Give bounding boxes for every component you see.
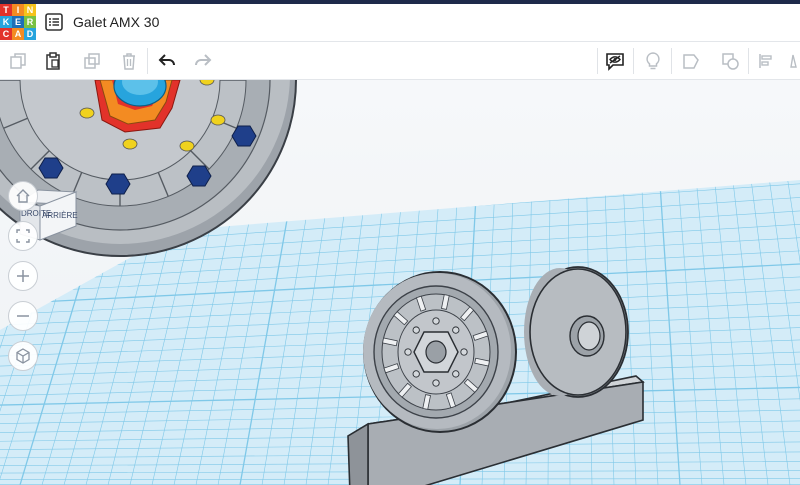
mirror-button[interactable] [786, 50, 800, 72]
wheel-bolt [432, 317, 440, 325]
toolbar-separator [671, 48, 672, 74]
paste-icon [46, 52, 60, 70]
logo-letter: R [24, 16, 36, 28]
tinkercad-logo[interactable]: TINKERCAD [0, 4, 36, 40]
wheel-bolt [404, 348, 412, 356]
align-icon [759, 54, 772, 68]
logo-letter: C [0, 28, 12, 40]
redo-icon [195, 54, 212, 66]
home-view-button[interactable] [8, 181, 38, 211]
home-icon [16, 189, 30, 203]
fit-view-button[interactable] [8, 221, 38, 251]
logo-letter: A [12, 28, 24, 40]
fit-view-icon [16, 229, 30, 243]
group-icon [722, 53, 739, 70]
toolbar-separator [633, 48, 634, 74]
copy-icon [10, 53, 26, 69]
plain-wheel[interactable] [524, 266, 629, 398]
logo-letter: K [0, 16, 12, 28]
toolbar [0, 42, 800, 80]
logo-letter: E [12, 16, 24, 28]
logo-letter: D [24, 28, 36, 40]
undo-icon [158, 54, 175, 66]
paste-button[interactable] [42, 50, 64, 72]
logo-letter: T [0, 4, 12, 16]
plus-icon [17, 270, 29, 282]
wheel-bolt [452, 370, 460, 378]
view-cube-front-label: ARRIÈRE [42, 211, 78, 220]
perspective-button[interactable] [8, 341, 38, 371]
logo-letter: N [24, 4, 36, 16]
zoom-out-button[interactable] [8, 301, 38, 331]
undo-button[interactable] [156, 50, 178, 72]
lightbulb-icon [646, 52, 660, 70]
shape-icon [683, 54, 699, 69]
design-menu-icon[interactable] [44, 12, 64, 32]
delete-button[interactable] [118, 50, 140, 72]
workplane-button[interactable] [680, 50, 702, 72]
header-bar: TINKERCAD Galet AMX 30 [0, 4, 800, 42]
mirror-icon [790, 54, 797, 68]
minus-icon [17, 315, 29, 317]
detailed-wheel[interactable] [363, 271, 517, 433]
wheel-bolt [452, 326, 460, 334]
redo-button[interactable] [192, 50, 214, 72]
wheel-bolt [460, 348, 468, 356]
show-all-button[interactable] [604, 50, 626, 72]
scene-svg [0, 80, 800, 485]
cube-icon [16, 348, 30, 364]
toolbar-separator [748, 48, 749, 74]
group-button[interactable] [719, 50, 741, 72]
3d-viewport[interactable]: DROITE ARRIÈRE [0, 80, 800, 485]
toolbar-separator [597, 48, 598, 74]
wheel-bolt [412, 370, 420, 378]
zoom-in-button[interactable] [8, 261, 38, 291]
duplicate-button[interactable] [81, 50, 103, 72]
tinkercad-editor: TINKERCAD Galet AMX 30 DROITE ARRIÈRE [0, 0, 800, 485]
logo-letter: I [12, 4, 24, 16]
hidden-eye-icon [606, 53, 624, 71]
duplicate-icon [84, 53, 100, 69]
trash-icon [123, 53, 135, 70]
copy-button[interactable] [7, 50, 29, 72]
toolbar-separator [147, 48, 148, 74]
notes-button[interactable] [642, 50, 664, 72]
align-button[interactable] [755, 50, 777, 72]
wheel-bolt [432, 379, 440, 387]
design-title[interactable]: Galet AMX 30 [73, 14, 159, 30]
wheel-bolt [412, 326, 420, 334]
